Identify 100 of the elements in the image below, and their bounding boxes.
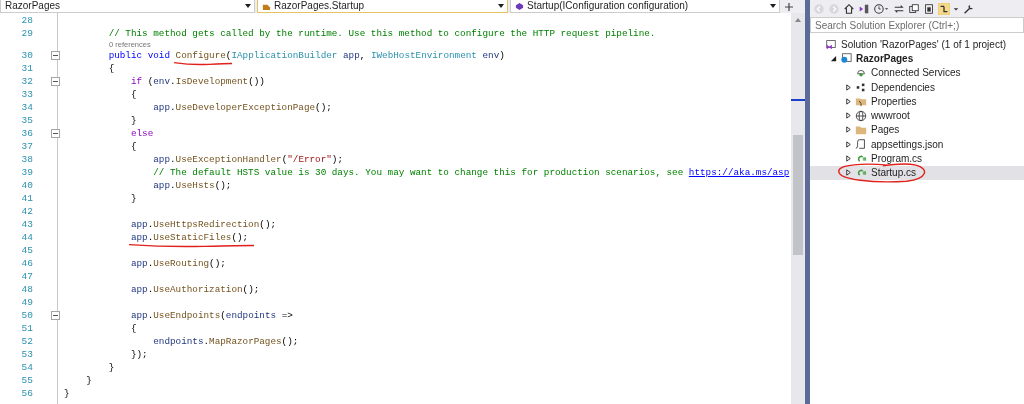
switch-views-icon[interactable] [858,2,870,15]
code-line: app.UseStaticFiles(); [64,231,249,244]
json-icon [855,138,867,151]
line-number: 43 [20,219,33,230]
tree-item[interactable]: wwwroot [810,108,1024,123]
tree-item-label: Dependencies [871,81,935,93]
collapse-icon[interactable] [51,77,60,86]
wrench-icon[interactable] [962,2,974,15]
history-icon[interactable] [873,2,890,15]
code-line: public void Configure(IApplicationBuilder app, IWebHostEnvironment env) [64,49,505,62]
line-number: 53 [20,349,33,360]
split-button[interactable] [782,0,796,13]
solution-icon [825,38,837,51]
line-number: 47 [20,271,33,282]
collapse-icon[interactable] [51,311,60,320]
project-icon [840,52,852,65]
dependencies-icon [855,81,867,94]
collapse-icon[interactable] [51,51,60,60]
web-icon [855,109,867,122]
line-number: 44 [20,232,33,243]
tree-item-label: appsettings.json [871,138,944,150]
code-line: } [129,114,137,127]
scrollbar[interactable] [791,13,805,404]
collapse-all-icon[interactable] [908,2,920,15]
collapsed-arrow-icon[interactable] [845,155,852,162]
code-line: } [107,361,115,374]
code-line: { [129,140,137,153]
line-number: 32 [20,76,33,87]
tree-item[interactable]: Properties [810,94,1024,109]
home-icon[interactable] [843,2,855,15]
tree-item[interactable]: Pages [810,122,1024,138]
method-icon [515,1,524,11]
scroll-thumb[interactable] [793,135,803,255]
line-number: 54 [20,362,33,373]
collapsed-arrow-icon[interactable] [845,140,852,148]
tree-item-label: Properties [871,95,917,107]
scroll-up-icon[interactable] [794,17,802,23]
tree-item-label: RazorPages [856,52,914,64]
code-line: { [129,88,137,101]
caret-icon [497,2,505,10]
caret-icon [769,2,777,10]
tree-item[interactable]: appsettings.json [810,137,1024,152]
line-number: 29 [20,28,33,39]
line-number: 33 [20,89,33,100]
properties-icon [855,95,867,108]
navigation-dropdown[interactable]: Startup(IConfiguration configuration) [510,0,780,13]
line-number: 56 [20,388,33,399]
code-line: if (env.IsDevelopment()) [129,75,265,88]
line-number: 37 [20,141,33,152]
line-number: 55 [20,375,33,386]
tree-item[interactable]: Startup.cs [810,165,1024,180]
line-number: 48 [20,284,33,295]
code-line: app.UseDeveloperExceptionPage(); [152,101,332,114]
caret-icon [244,2,252,10]
line-number: 34 [20,102,33,113]
search-field[interactable]: Search Solution Explorer (Ctrl+;) [810,17,1024,33]
tree-item-label: Solution 'RazorPages' (1 of 1 project) [841,38,1006,50]
code-line: // This method gets called by the runtime. Use this method to configure the HTTP request pipeline. [107,27,656,40]
tree-item-label: Startup.cs [871,167,917,179]
navigation-dropdown[interactable]: RazorPages.Startup [257,0,508,13]
collapsed-arrow-icon[interactable] [845,126,852,134]
annotation-underline [173,61,232,66]
tree-item[interactable]: RazorPages [810,51,1024,66]
tree-item-label: Program.cs [871,153,923,164]
sync-icon[interactable] [893,2,905,15]
tree-item[interactable]: Dependencies [810,79,1024,95]
line-number: 40 [20,180,33,191]
collapsed-arrow-icon[interactable] [845,112,852,120]
tree-item-label: Connected Services [871,67,961,79]
line-number: 49 [20,297,33,308]
collapsed-arrow-icon[interactable] [845,97,852,105]
collapsed-arrow-icon[interactable] [845,169,852,177]
line-number: 35 [20,115,33,126]
code-line: // The default HSTS value is 30 days. You may want to change this for production scenarios, see https://aka.ms/asp [152,166,790,179]
tree-item-label: wwwroot [871,110,910,122]
code-line: app.UseHttpsRedirection(); [129,218,277,231]
tree-item[interactable]: Program.cs [810,151,1024,166]
navigation-dropdown[interactable]: RazorPages [0,0,255,13]
line-number: 51 [20,323,33,334]
line-number: 50 [20,310,33,321]
code-line: endpoints.MapRazorPages(); [152,335,299,348]
preview-toggle-icon[interactable] [938,2,950,15]
line-number: 36 [20,128,33,139]
line-number: 28 [20,15,33,26]
show-all-files-icon[interactable] [923,2,935,15]
code-line: }); [129,348,148,361]
line-number: 39 [20,167,33,178]
collapse-icon[interactable] [51,129,60,138]
caret-position-marker [791,99,805,101]
line-number: 45 [20,245,33,256]
code-line: app.UseRouting(); [129,257,226,270]
expanded-arrow-icon[interactable] [830,54,837,62]
code-line: { [107,62,115,75]
tree-item[interactable]: Connected Services [810,65,1024,80]
collapsed-arrow-icon[interactable] [845,83,852,91]
line-number: 52 [20,336,33,347]
line-number: 42 [20,206,33,217]
code-line: app.UseExceptionHandler("/Error"); [152,153,344,166]
tree-item[interactable]: Solution 'RazorPages' (1 of 1 project) [810,37,1024,52]
code-line: } [129,192,137,205]
